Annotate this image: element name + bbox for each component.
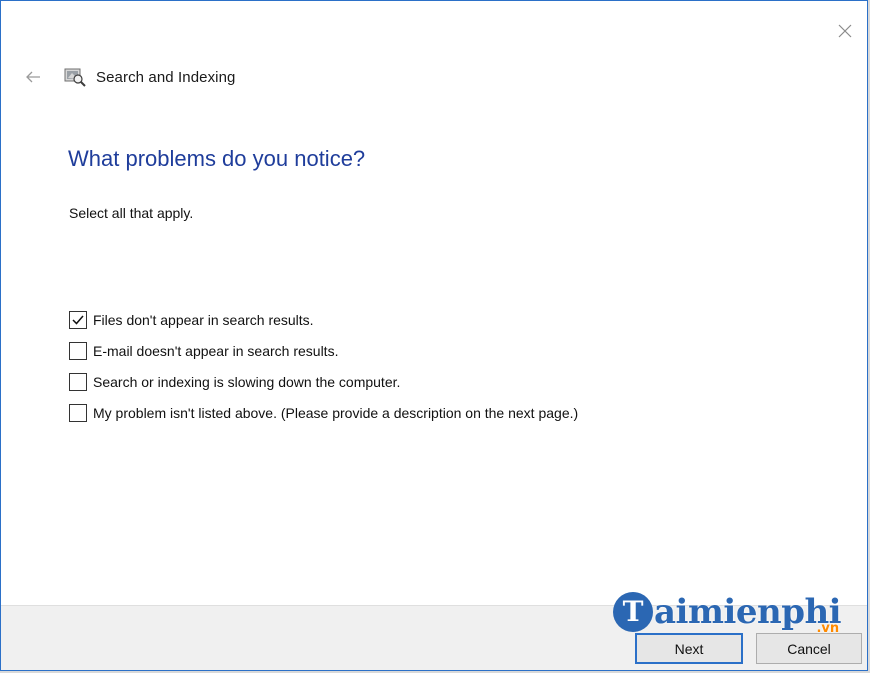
cancel-button[interactable]: Cancel [756, 633, 862, 664]
checkmark-icon [72, 315, 84, 325]
page-heading: What problems do you notice? [68, 146, 366, 171]
back-button[interactable] [19, 63, 47, 91]
checkbox[interactable] [69, 311, 87, 329]
option-indexing-slowdown[interactable]: Search or indexing is slowing down the c… [69, 371, 829, 393]
checkbox[interactable] [69, 373, 87, 391]
checkbox[interactable] [69, 404, 87, 422]
option-problem-not-listed[interactable]: My problem isn't listed above. (Please p… [69, 402, 829, 424]
dialog-footer: Next Cancel [1, 605, 867, 670]
option-label: Search or indexing is slowing down the c… [93, 374, 401, 390]
back-arrow-icon [26, 71, 40, 83]
option-files-not-in-search[interactable]: Files don't appear in search results. [69, 309, 829, 331]
option-label: E-mail doesn't appear in search results. [93, 343, 339, 359]
problem-options-list: Files don't appear in search results. E-… [69, 309, 829, 433]
next-button[interactable]: Next [635, 633, 743, 664]
option-email-not-in-search[interactable]: E-mail doesn't appear in search results. [69, 340, 829, 362]
close-icon [838, 24, 852, 38]
close-button[interactable] [833, 19, 857, 43]
instruction-text: Select all that apply. [69, 205, 194, 221]
window-title: Search and Indexing [96, 68, 236, 86]
search-indexing-icon [64, 68, 86, 87]
option-label: My problem isn't listed above. (Please p… [93, 405, 579, 421]
troubleshooter-window: Search and Indexing What problems do you… [0, 0, 868, 671]
window-title-row: Search and Indexing [64, 65, 236, 89]
option-label: Files don't appear in search results. [93, 312, 314, 328]
checkbox[interactable] [69, 342, 87, 360]
